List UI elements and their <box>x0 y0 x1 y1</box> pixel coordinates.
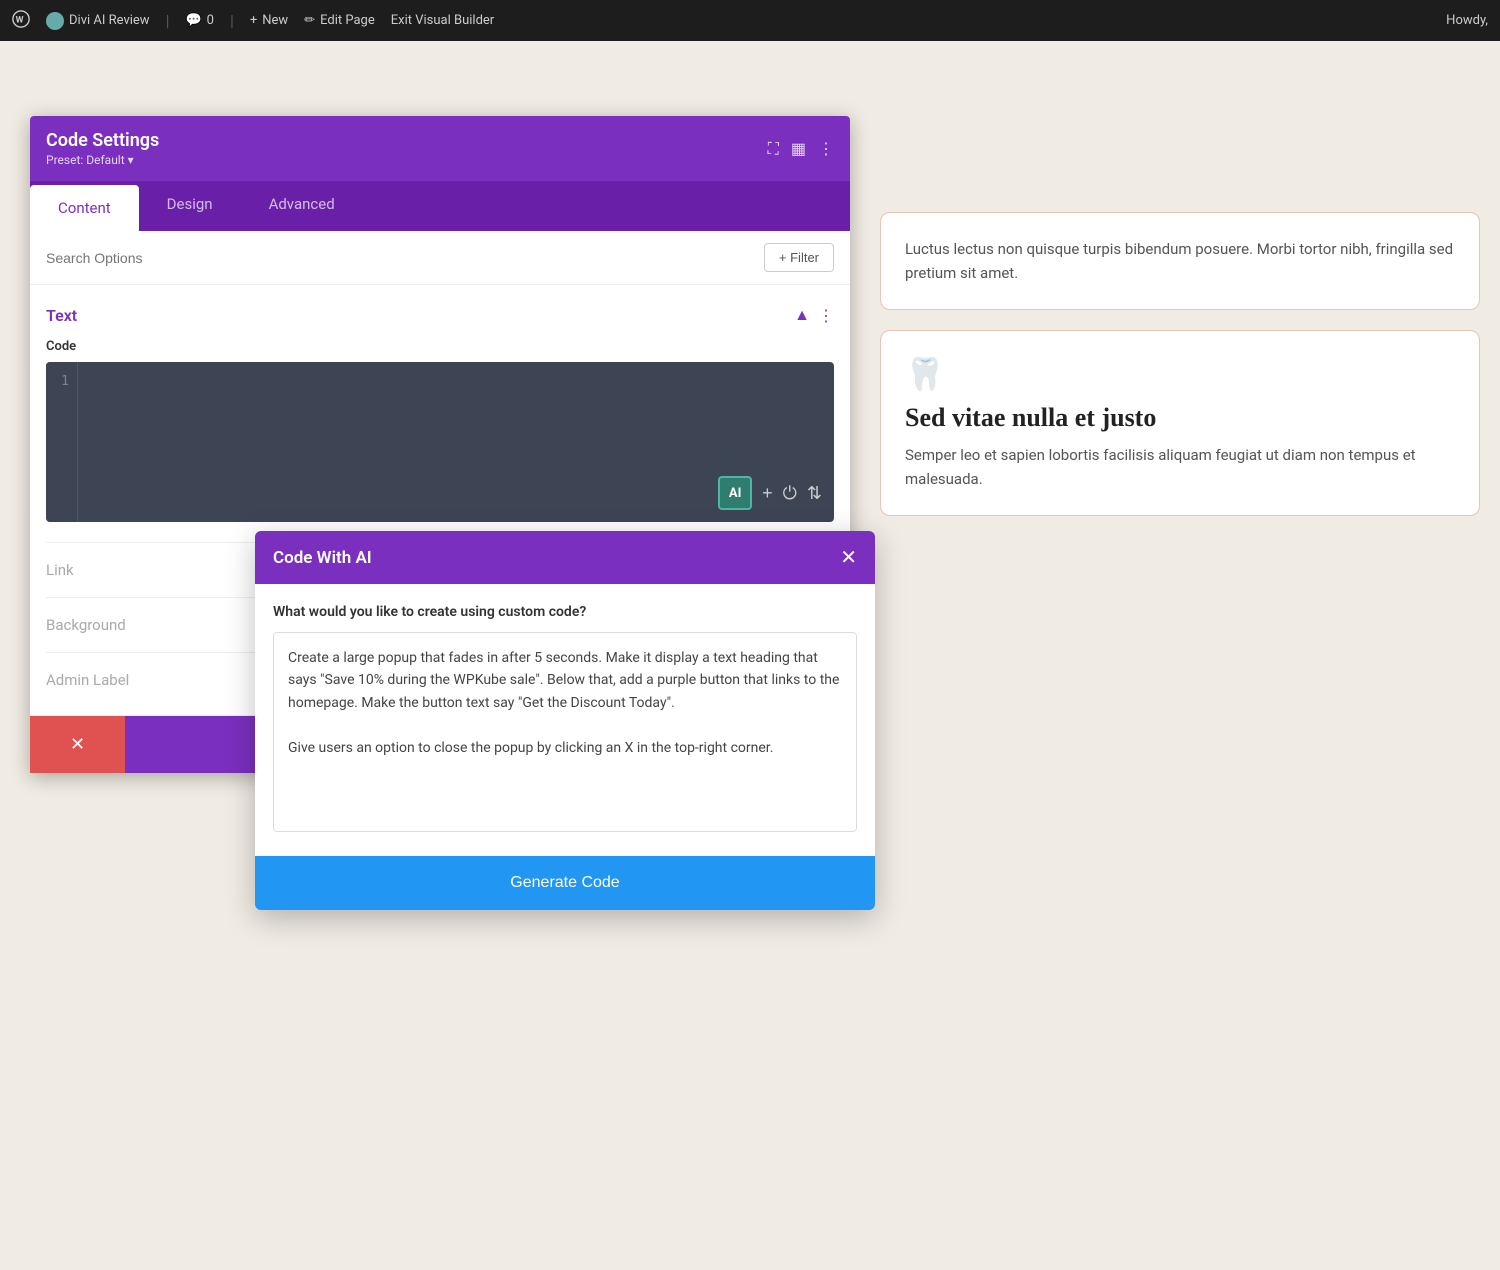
code-with-ai-modal: Code With AI ✕ What would you like to cr… <box>255 531 875 910</box>
line-numbers: 1 <box>46 362 78 522</box>
section-menu-icon[interactable]: ⋮ <box>818 306 834 325</box>
panel-tabs: Content Design Advanced <box>30 181 850 231</box>
site-favicon <box>46 12 64 30</box>
ai-modal-close-button[interactable]: ✕ <box>840 545 857 570</box>
columns-icon[interactable]: ▦ <box>791 139 806 158</box>
ai-prompt-label: What would you like to create using cust… <box>273 604 857 620</box>
admin-bar: W Divi AI Review | 💬 0 | + New ✏ Edit Pa… <box>0 0 1500 41</box>
filter-button[interactable]: + Filter <box>764 243 834 272</box>
add-code-button[interactable]: + <box>762 483 773 504</box>
text-section-title: Text <box>46 306 77 325</box>
page-background: ple Sample Page Uncategorized 🔍 Luctus l… <box>0 41 1500 1270</box>
section-actions: ▲ ⋮ <box>794 305 834 325</box>
sort-button[interactable]: ⇅ <box>807 483 822 504</box>
card-2: 🦷 Sed vitae nulla et justo Semper leo et… <box>880 330 1480 516</box>
tooth-icon: 🦷 <box>905 355 1455 393</box>
separator: | <box>166 11 170 30</box>
comment-icon: 💬 <box>185 13 201 28</box>
edit-icon: ✏ <box>304 13 315 28</box>
svg-text:W: W <box>16 15 24 25</box>
generate-code-button[interactable]: Generate Code <box>255 856 875 910</box>
panel-header-actions: ⛶ ▦ ⋮ <box>768 139 834 159</box>
more-options-icon[interactable]: ⋮ <box>818 139 834 158</box>
comments-button[interactable]: 💬 0 <box>185 13 214 28</box>
ai-modal-header: Code With AI ✕ <box>255 531 875 584</box>
card-1-text: Luctus lectus non quisque turpis bibendu… <box>905 237 1455 285</box>
code-label: Code <box>46 339 834 354</box>
ai-modal-footer: Generate Code <box>255 856 875 910</box>
fullscreen-icon[interactable]: ⛶ <box>768 139 779 159</box>
panel-header: Code Settings Preset: Default ▾ ⛶ ▦ ⋮ <box>30 116 850 181</box>
search-options-input[interactable] <box>46 250 346 266</box>
exit-builder-label: Exit Visual Builder <box>391 13 494 28</box>
ai-prompt-textarea[interactable] <box>273 632 857 832</box>
plus-icon: + <box>250 13 257 28</box>
tab-content[interactable]: Content <box>30 185 139 231</box>
site-name-label: Divi AI Review <box>69 13 150 28</box>
new-label: New <box>262 13 288 28</box>
edit-page-button[interactable]: ✏ Edit Page <box>304 13 375 28</box>
wordpress-logo-icon[interactable]: W <box>12 10 30 32</box>
cancel-button[interactable]: ✕ <box>30 716 125 773</box>
site-name[interactable]: Divi AI Review <box>46 12 150 30</box>
tab-advanced[interactable]: Advanced <box>241 181 363 231</box>
text-section-header: Text ▲ ⋮ <box>46 305 834 325</box>
power-button[interactable]: ⏻ <box>783 483 797 504</box>
code-editor-toolbar: AI + ⏻ ⇅ <box>718 476 822 510</box>
ai-assist-button[interactable]: AI <box>718 476 752 510</box>
ai-modal-body: What would you like to create using cust… <box>255 584 875 856</box>
right-content-area: ple Sample Page Uncategorized 🔍 Luctus l… <box>860 132 1500 1270</box>
panel-title-area: Code Settings Preset: Default ▾ <box>46 130 159 167</box>
panel-title: Code Settings <box>46 130 159 151</box>
exit-builder-button[interactable]: Exit Visual Builder <box>391 13 494 28</box>
edit-page-label: Edit Page <box>320 13 375 28</box>
new-button[interactable]: + New <box>250 13 288 28</box>
collapse-icon[interactable]: ▲ <box>794 305 810 325</box>
panel-preset[interactable]: Preset: Default ▾ <box>46 153 159 167</box>
card-2-text: Semper leo et sapien lobortis facilisis … <box>905 443 1455 491</box>
code-editor[interactable]: 1 AI + ⏻ ⇅ <box>46 362 834 522</box>
panel-search-bar: + Filter <box>30 231 850 285</box>
howdy-text: Howdy, <box>1446 13 1488 28</box>
comment-count: 0 <box>207 13 214 28</box>
separator2: | <box>230 11 234 30</box>
panel-body: Text ▲ ⋮ Code 1 AI + ⏻ ⇅ <box>30 285 850 542</box>
tab-design[interactable]: Design <box>139 181 241 231</box>
ai-modal-title: Code With AI <box>273 548 372 568</box>
card-2-heading: Sed vitae nulla et justo <box>905 403 1455 433</box>
card-1: Luctus lectus non quisque turpis bibendu… <box>880 212 1480 310</box>
